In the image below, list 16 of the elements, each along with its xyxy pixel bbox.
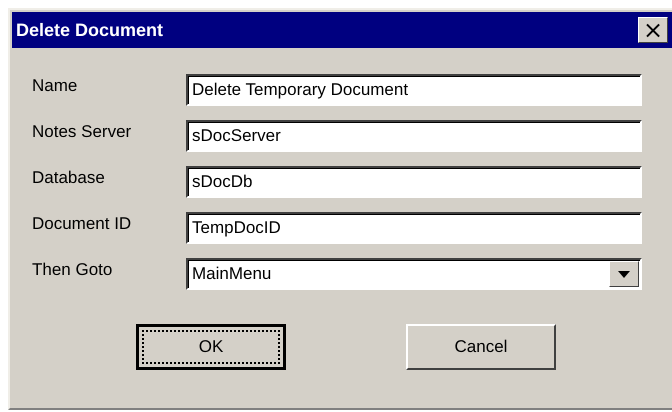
input-field[interactable]: TempDocID: [186, 212, 642, 244]
input-field[interactable]: Delete Temporary Document: [186, 74, 642, 106]
input-field[interactable]: sDocDb: [186, 166, 642, 198]
field-label: Then Goto: [32, 260, 114, 280]
caret-icon: [618, 270, 630, 278]
window-title: Delete Document: [16, 20, 164, 40]
dropdown-button[interactable]: [609, 261, 639, 287]
field-label: Database: [32, 168, 106, 188]
close-button[interactable]: ×: [638, 17, 668, 43]
dropdown-field[interactable]: MainMenu: [186, 258, 642, 290]
field-label: Name: [32, 76, 78, 96]
cancel-button[interactable]: Cancel: [406, 324, 556, 370]
ok-button[interactable]: OK: [136, 324, 286, 370]
field-label: Notes Server: [32, 122, 132, 142]
input-field[interactable]: sDocServer: [186, 120, 642, 152]
field-label: Document ID: [32, 214, 132, 234]
